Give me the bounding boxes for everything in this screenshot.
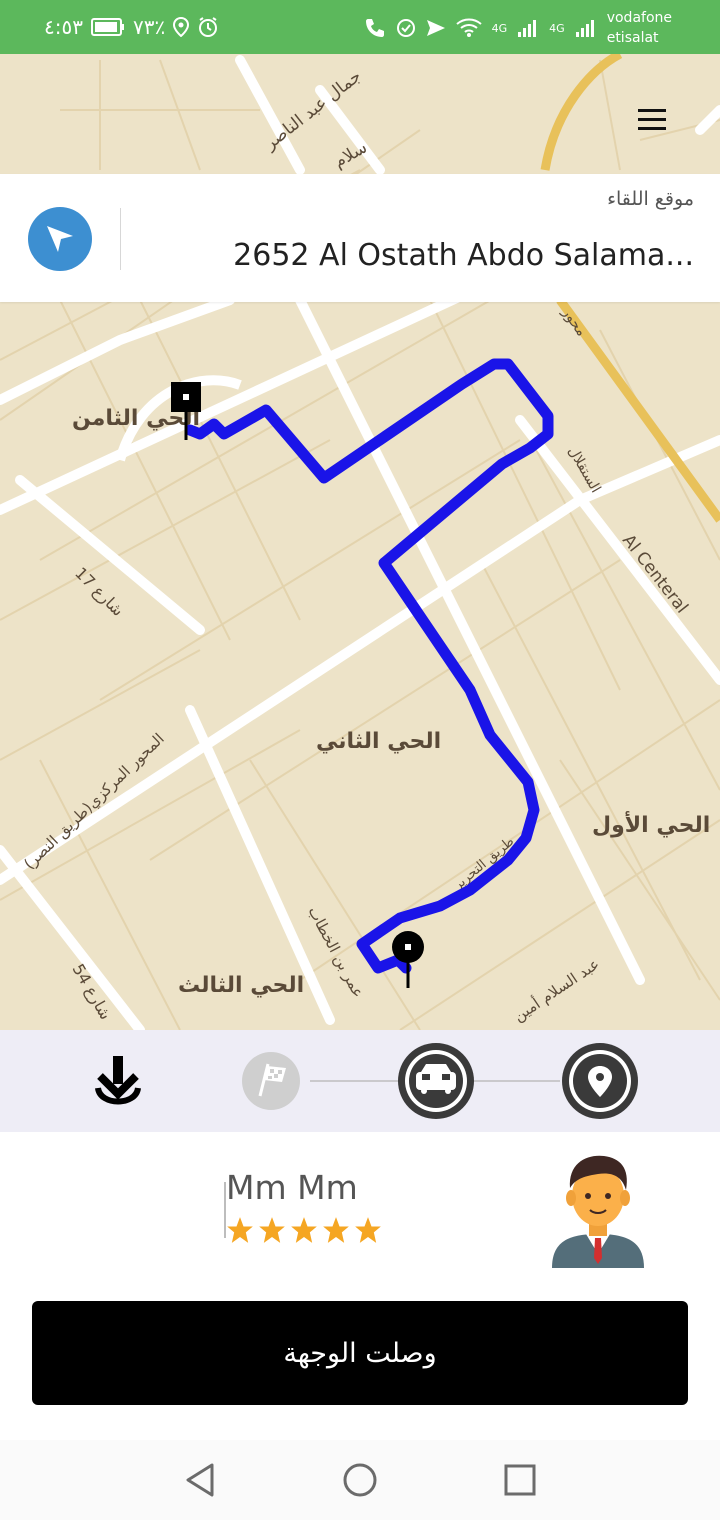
driver-info: Mm Mm bbox=[0, 1132, 720, 1300]
hamburger-menu-icon bbox=[638, 109, 666, 130]
star-icon bbox=[259, 1217, 285, 1243]
map-label-district-3: الحي الثالث bbox=[178, 973, 304, 998]
status-time: ٤:٥٣ bbox=[44, 15, 83, 39]
navigation-arrow-icon bbox=[47, 226, 73, 252]
star-icon bbox=[291, 1217, 317, 1243]
pickup-card: موقع اللقاء 2652 Al Ostath Abdo Salama..… bbox=[0, 174, 720, 302]
home-icon[interactable] bbox=[342, 1462, 378, 1498]
map-label-abdelsalam: عبد السلام أمين bbox=[510, 954, 603, 1025]
wifi-icon bbox=[455, 18, 482, 37]
battery-icon bbox=[90, 18, 124, 36]
driver-rating bbox=[226, 1216, 382, 1244]
map-label-street-17: شارع 17 bbox=[70, 563, 127, 620]
network-type-1: 4G bbox=[491, 21, 508, 35]
route-line bbox=[184, 358, 554, 974]
alarm-icon bbox=[199, 17, 218, 37]
map-label-top-street: جمال عبد الناصر bbox=[260, 66, 365, 154]
trip-progress-bar bbox=[0, 1030, 720, 1132]
carrier-1: vodafone bbox=[606, 10, 672, 26]
trip-progress-steps bbox=[95, 1043, 638, 1119]
driver-avatar-icon bbox=[552, 1155, 644, 1268]
carrier-2: etisalat bbox=[606, 30, 659, 46]
pickup-address[interactable]: 2652 Al Ostath Abdo Salama... bbox=[233, 238, 694, 273]
car-icon[interactable] bbox=[398, 1043, 474, 1119]
alarm-check-icon bbox=[396, 19, 415, 37]
status-bar: ٤:٥٣ ٧٣٪ 4G 4G vodafone etisalat bbox=[0, 0, 720, 54]
send-icon bbox=[426, 20, 445, 36]
menu-button[interactable] bbox=[632, 100, 672, 140]
signal-icon-1 bbox=[518, 20, 537, 37]
signal-icon-2 bbox=[575, 20, 594, 37]
battery-percent: ٧٣٪ bbox=[132, 15, 166, 39]
recents-icon[interactable] bbox=[504, 1464, 536, 1496]
arrived-destination-button[interactable]: وصلت الوجهة bbox=[32, 1301, 688, 1405]
back-icon[interactable] bbox=[184, 1462, 218, 1498]
navigate-button[interactable] bbox=[28, 207, 92, 271]
star-icon bbox=[227, 1217, 253, 1243]
system-nav-bar bbox=[0, 1440, 720, 1520]
status-left: ٤:٥٣ ٧٣٪ bbox=[44, 14, 219, 40]
map-label-district-1: الحي الأول bbox=[592, 810, 710, 838]
map-label-al-central: Al Centeral bbox=[618, 531, 692, 617]
pickup-label: موقع اللقاء bbox=[607, 188, 694, 210]
carrier-names: vodafone etisalat bbox=[607, 8, 672, 48]
phone-icon bbox=[365, 19, 384, 37]
status-right: 4G 4G vodafone etisalat bbox=[364, 8, 672, 48]
location-icon bbox=[173, 17, 190, 37]
network-type-2: 4G bbox=[549, 21, 565, 35]
finish-flag-icon[interactable] bbox=[242, 1052, 300, 1110]
driver-name: Mm Mm bbox=[226, 1168, 358, 1207]
map-label-central-axis: المحور المركزي(طريق النصر) bbox=[20, 730, 168, 874]
card-divider bbox=[120, 208, 121, 270]
location-pin-icon[interactable] bbox=[562, 1043, 638, 1119]
download-arrow-icon[interactable] bbox=[95, 1056, 141, 1105]
star-icon bbox=[323, 1217, 349, 1243]
map-label-district-2: الحي الثاني bbox=[316, 729, 441, 754]
star-icon bbox=[355, 1217, 381, 1243]
